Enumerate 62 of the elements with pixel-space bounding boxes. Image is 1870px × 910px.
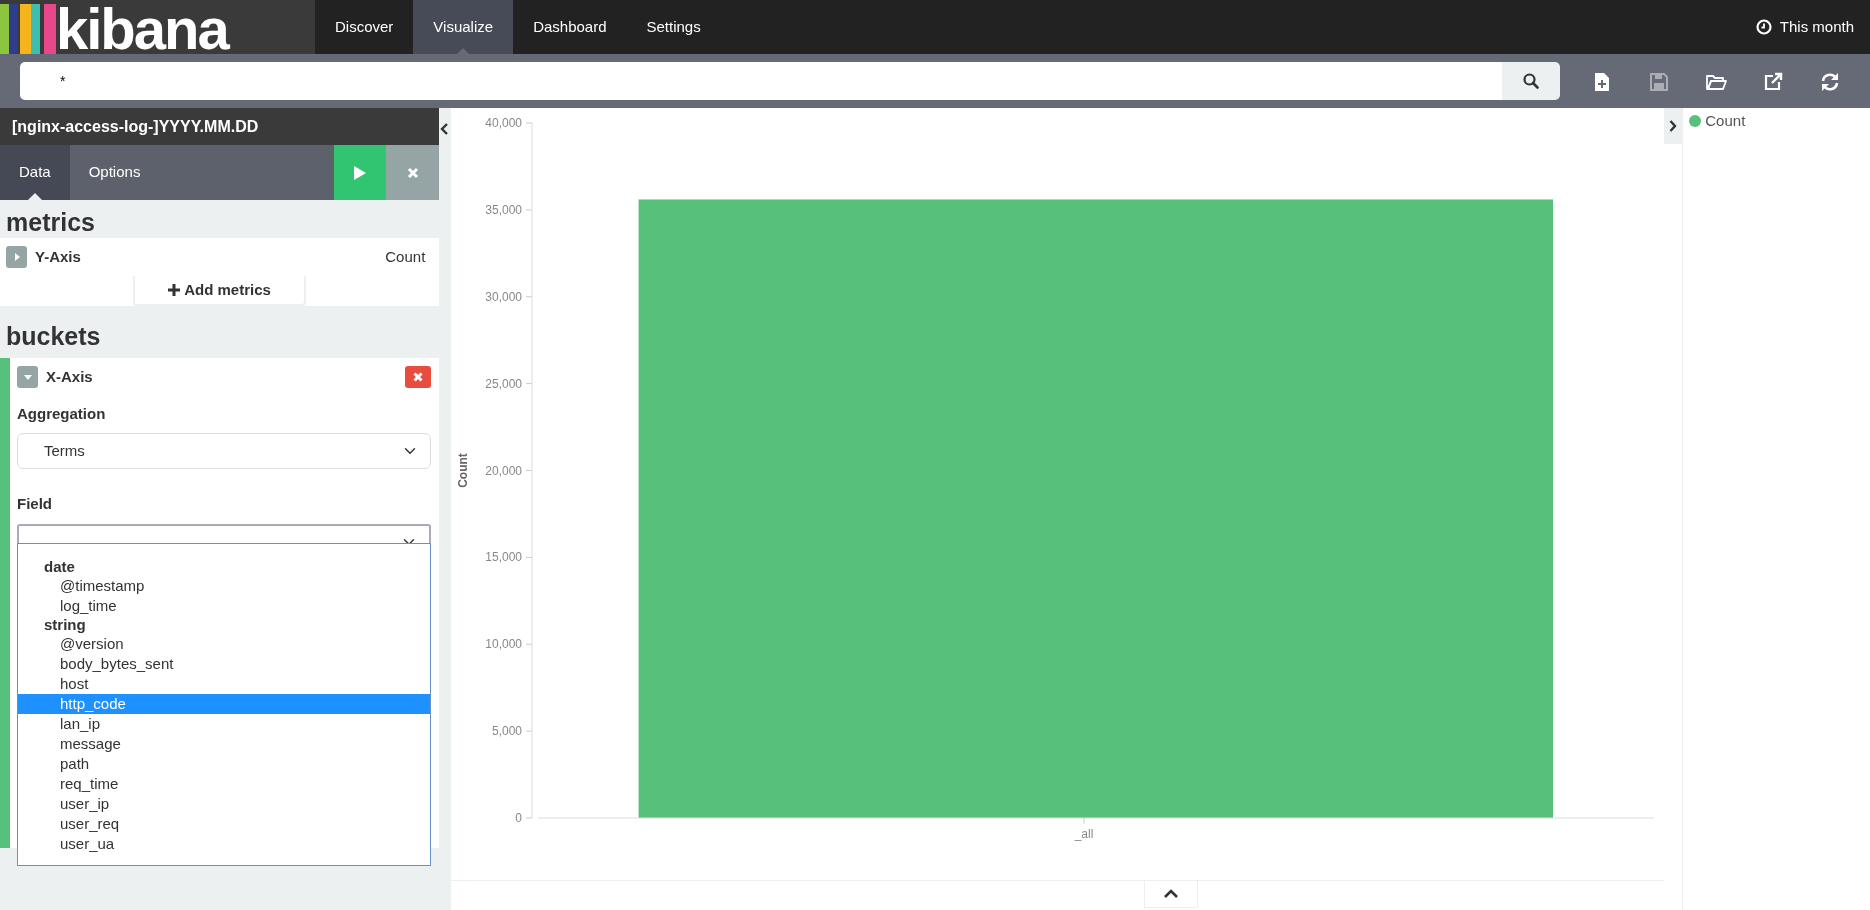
y-tick-label: 10,000 bbox=[485, 637, 523, 652]
add-metrics-button[interactable]: Add metrics bbox=[133, 276, 306, 306]
expand-toggle[interactable] bbox=[17, 366, 38, 389]
section-heading: buckets bbox=[5, 321, 102, 352]
expand-panel-button[interactable] bbox=[1144, 881, 1199, 908]
dropdown-option[interactable]: host bbox=[18, 674, 431, 694]
chevron-left-icon bbox=[440, 122, 451, 135]
y-tick-label: 0 bbox=[515, 811, 523, 825]
dropdown-option[interactable]: log_time bbox=[18, 596, 431, 616]
index-pattern-title: [nginx-access-log-]YYYY.MM.DD bbox=[0, 108, 440, 145]
y-tick-label: 20,000 bbox=[485, 463, 523, 478]
legend-label[interactable]: Count bbox=[1705, 110, 1746, 133]
nav-tab[interactable]: Discover bbox=[315, 0, 414, 54]
dropdown-option[interactable]: lan_ip bbox=[18, 714, 431, 734]
dropdown-option[interactable]: user_req bbox=[18, 814, 431, 834]
dropdown-option[interactable]: @timestamp bbox=[18, 576, 431, 596]
time-range-link[interactable]: This month bbox=[1779, 15, 1854, 39]
metric-value: Count bbox=[385, 246, 426, 267]
field-label: Field bbox=[17, 494, 53, 514]
dropdown-option[interactable]: req_time bbox=[18, 774, 431, 794]
logo-stripes-icon bbox=[0, 4, 56, 54]
section-heading: metrics bbox=[5, 207, 96, 238]
dropdown-option[interactable]: path bbox=[18, 754, 431, 774]
play-icon bbox=[353, 164, 368, 181]
metric-label: Y-Axis bbox=[35, 246, 81, 267]
remove-button[interactable] bbox=[405, 366, 432, 389]
nav-tab[interactable]: Dashboard bbox=[513, 0, 627, 54]
bucket-label: X-Axis bbox=[46, 367, 93, 387]
option-group-label: date bbox=[43, 558, 76, 576]
chevron-right-icon bbox=[1669, 120, 1678, 132]
search-button[interactable] bbox=[1502, 62, 1560, 100]
editor-tab[interactable]: Options bbox=[69, 145, 160, 200]
close-icon bbox=[413, 372, 424, 383]
metric-row[interactable]: Y-Axis Count bbox=[0, 238, 440, 276]
dropdown-option[interactable]: user_ua bbox=[18, 834, 431, 854]
plus-icon bbox=[168, 284, 181, 296]
nav-tab[interactable]: Settings bbox=[626, 0, 721, 54]
dropdown-option[interactable]: body_bytes_sent bbox=[18, 654, 431, 674]
clock-icon bbox=[1755, 19, 1772, 35]
legend-toggle-button[interactable] bbox=[1664, 108, 1683, 144]
chevron-up-icon bbox=[1164, 889, 1179, 899]
dropdown-option[interactable]: message bbox=[18, 734, 431, 754]
y-axis-title: Count bbox=[456, 453, 471, 488]
dropdown-option[interactable]: user_ip bbox=[18, 794, 431, 814]
y-tick-label: 40,000 bbox=[485, 116, 523, 130]
y-tick-label: 15,000 bbox=[485, 550, 523, 565]
y-tick-label: 35,000 bbox=[485, 202, 523, 217]
query-field[interactable]: * bbox=[20, 62, 1502, 100]
close-icon bbox=[406, 166, 419, 179]
x-tick-label: _all bbox=[1074, 827, 1094, 841]
nav-tab[interactable]: Visualize bbox=[413, 0, 514, 54]
y-tick-label: 5,000 bbox=[492, 724, 523, 739]
aggregation-select[interactable]: Terms bbox=[17, 433, 432, 469]
y-tick-label: 25,000 bbox=[485, 376, 523, 391]
y-tick-label: 30,000 bbox=[485, 289, 523, 304]
editor-tab[interactable]: Data bbox=[0, 145, 70, 200]
search-icon bbox=[1523, 73, 1539, 89]
field-label: Aggregation bbox=[17, 403, 107, 424]
logo-wordmark: kibana bbox=[56, 4, 228, 54]
dropdown-option[interactable]: @version bbox=[18, 634, 431, 654]
option-group-label: string bbox=[43, 616, 87, 634]
expand-toggle[interactable] bbox=[6, 246, 27, 268]
